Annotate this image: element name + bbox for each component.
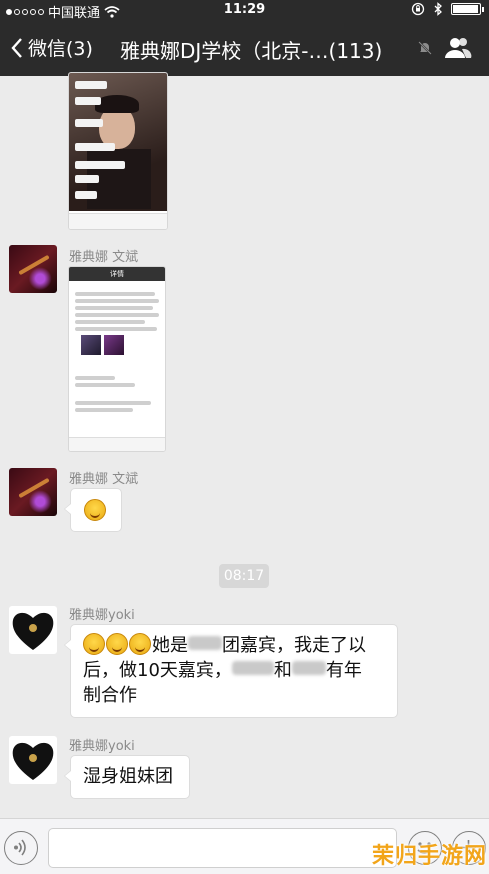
status-bar: 中国联通 11:29 bbox=[0, 0, 489, 21]
message-text: 团嘉宾，我走了以 bbox=[222, 635, 366, 656]
message-line: 制合作 bbox=[83, 683, 385, 708]
avatar[interactable] bbox=[9, 245, 57, 293]
bluetooth-icon bbox=[434, 2, 442, 16]
lock-rotation-icon bbox=[411, 2, 425, 16]
sender-name: 雅典娜 文斌 bbox=[69, 250, 139, 265]
message-text: 后，做10天嘉宾， bbox=[83, 660, 232, 681]
chat-title: 雅典娜DJ学校（北京-…(113) bbox=[120, 39, 383, 63]
message-text: 有年 bbox=[325, 660, 362, 681]
avatar[interactable] bbox=[9, 606, 57, 654]
sender-name: 雅典娜 文斌 bbox=[69, 472, 139, 487]
timestamp: 08:17 bbox=[219, 564, 269, 588]
chat-area[interactable]: 雅典娜 文斌 详情 雅典娜 文斌 08:17 雅典娜yoki 她是团嘉宾，我走 bbox=[0, 72, 489, 818]
laugh-cry-emoji-icon bbox=[84, 499, 106, 521]
laugh-cry-emoji-icon bbox=[83, 633, 105, 655]
emoji-message[interactable] bbox=[64, 488, 122, 532]
image-message[interactable]: 详情 bbox=[68, 266, 166, 452]
redacted-text bbox=[231, 661, 274, 675]
back-button[interactable]: 微信(3) bbox=[10, 34, 93, 61]
screenshot-title: 详情 bbox=[69, 267, 165, 281]
laugh-cry-emoji-icon bbox=[129, 633, 151, 655]
nav-bar: 微信(3) 雅典娜DJ学校（北京-…(113) bbox=[0, 20, 489, 76]
message-text: 湿身姐妹团 bbox=[83, 766, 173, 787]
message-line: 后，做10天嘉宾， 和 有年 bbox=[83, 658, 385, 683]
redacted-text bbox=[188, 636, 222, 650]
avatar[interactable] bbox=[9, 736, 57, 784]
group-members-icon[interactable] bbox=[444, 36, 472, 60]
watermark: 茉归手游网 bbox=[372, 844, 488, 869]
laugh-cry-emoji-icon bbox=[106, 633, 128, 655]
voice-icon bbox=[14, 839, 26, 856]
back-label: 微信(3) bbox=[28, 38, 93, 60]
text-message[interactable]: 她是 团嘉宾，我走了以 后，做10天嘉宾， 和 有年 制合作 bbox=[64, 624, 398, 718]
sender-name: 雅典娜yoki bbox=[69, 739, 135, 754]
message-text: 她是 bbox=[152, 635, 188, 656]
message-input[interactable] bbox=[48, 828, 397, 868]
text-message[interactable]: 湿身姐妹团 bbox=[64, 755, 190, 799]
voice-button[interactable] bbox=[4, 831, 38, 865]
image-message-top[interactable] bbox=[68, 72, 168, 230]
message-line: 她是 团嘉宾，我走了以 bbox=[83, 633, 385, 658]
avatar[interactable] bbox=[9, 468, 57, 516]
back-chevron-icon bbox=[11, 37, 22, 58]
message-text: 制合作 bbox=[83, 685, 137, 706]
sender-name: 雅典娜yoki bbox=[69, 608, 135, 623]
battery-icon bbox=[451, 3, 484, 15]
redacted-text bbox=[291, 661, 326, 675]
status-right bbox=[411, 2, 484, 16]
message-text: 和 bbox=[273, 660, 292, 681]
mute-icon bbox=[418, 41, 432, 55]
